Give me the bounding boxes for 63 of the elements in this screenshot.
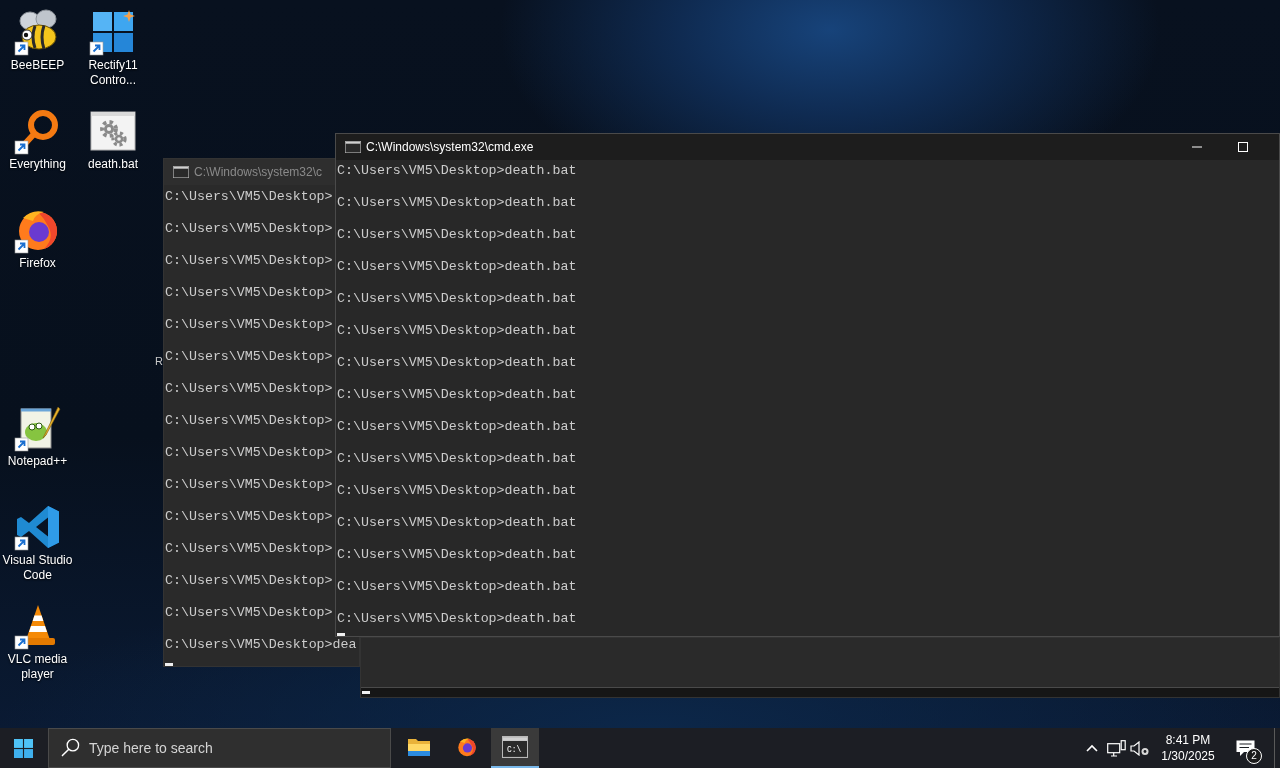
terminal-line: C:\Users\VM5\Desktop> xyxy=(165,318,333,332)
window-title: C:\Windows\system32\cmd.exe xyxy=(366,140,534,154)
terminal-line: C:\Users\VM5\Desktop>death.bat xyxy=(337,164,577,178)
terminal-icon[interactable]: C:\ xyxy=(502,736,528,758)
maximize-icon xyxy=(1238,142,1248,152)
notification-button[interactable]: 2 xyxy=(1225,728,1265,768)
shortcut-label[interactable]: death.bat xyxy=(87,157,138,172)
shortcut-label[interactable]: Visual Studio Code xyxy=(0,553,75,583)
terminal-line: C:\Users\VM5\Desktop>dea xyxy=(165,638,357,652)
terminal-line: C:\Users\VM5\Desktop>death.bat xyxy=(337,228,577,242)
text-cursor xyxy=(337,633,345,636)
clock-time[interactable]: 8:41 PM xyxy=(1165,732,1211,748)
terminal-line: C:\Users\VM5\Desktop>death.bat xyxy=(337,356,577,370)
search-icon xyxy=(61,738,80,757)
terminal-line: C:\Users\VM5\Desktop> xyxy=(165,222,333,236)
terminal-line: C:\Users\VM5\Desktop> xyxy=(165,190,333,204)
folder-icon xyxy=(406,736,432,758)
terminal-line: C:\Users\VM5\Desktop> xyxy=(165,254,333,268)
notepad-icon[interactable] xyxy=(13,404,62,452)
chevron-up-icon[interactable] xyxy=(1086,744,1098,752)
vscode-icon[interactable] xyxy=(13,503,62,551)
terminal-icon xyxy=(345,141,361,153)
shortcut-label[interactable]: Firefox xyxy=(19,256,56,271)
terminal-line: C:\Users\VM5\Desktop> xyxy=(165,542,333,556)
terminal-line: C:\Users\VM5\Desktop> xyxy=(165,478,333,492)
terminal-line: C:\Users\VM5\Desktop> xyxy=(165,382,333,396)
text-cursor xyxy=(165,663,173,666)
terminal-line: C:\Users\VM5\Desktop>death.bat xyxy=(337,260,577,274)
shortcut-label[interactable]: VLC media player xyxy=(0,652,75,682)
terminal-line: C:\Users\VM5\Desktop>death.bat xyxy=(337,548,577,562)
search-field[interactable]: Type here to search xyxy=(48,728,391,768)
window-title: C:\Windows\system32\c xyxy=(194,165,323,179)
terminal-line: C:\Users\VM5\Desktop> xyxy=(165,606,333,620)
terminal-line: C:\Users\VM5\Desktop>death.bat xyxy=(337,516,577,530)
terminal-line: C:\Users\VM5\Desktop> xyxy=(165,574,333,588)
terminal-line: C:\Users\VM5\Desktop>death.bat xyxy=(337,292,577,306)
terminal-line: C:\Users\VM5\Desktop>death.bat xyxy=(337,196,577,210)
shortcut-label[interactable]: Everything xyxy=(9,157,66,172)
terminal-line: C:\Users\VM5\Desktop>death.bat xyxy=(337,420,577,434)
speaker-icon[interactable] xyxy=(1129,740,1149,756)
text-fragment: R xyxy=(155,355,163,368)
terminal-line: C:\Users\VM5\Desktop>death.bat xyxy=(337,580,577,594)
terminal-line: C:\Users\VM5\Desktop>death.bat xyxy=(337,612,577,626)
terminal-line: C:\Users\VM5\Desktop>death.bat xyxy=(337,484,577,498)
terminal-line: C:\Users\VM5\Desktop> xyxy=(165,510,333,524)
terminal-line: C:\Users\VM5\Desktop> xyxy=(165,414,333,428)
text-cursor xyxy=(362,691,370,694)
shortcut-label[interactable]: BeeBEEP xyxy=(10,58,65,73)
shortcut-label[interactable]: Rectify11 Contro... xyxy=(76,58,150,88)
terminal-line: C:\Users\VM5\Desktop>death.bat xyxy=(337,324,577,338)
clock-date[interactable]: 1/30/2025 xyxy=(1161,748,1215,764)
terminal-line: C:\Users\VM5\Desktop>death.bat xyxy=(337,452,577,466)
notification-count: 2 xyxy=(1246,748,1262,764)
terminal-line: C:\Users\VM5\Desktop> xyxy=(165,286,333,300)
terminal-line: C:\Users\VM5\Desktop> xyxy=(165,350,333,364)
shortcut-label[interactable]: Notepad++ xyxy=(7,454,68,469)
windows-logo-icon xyxy=(13,738,33,758)
network-icon[interactable] xyxy=(1106,739,1126,757)
windows-logo-icon[interactable] xyxy=(89,8,137,56)
terminal-line: C:\Users\VM5\Desktop> xyxy=(165,446,333,460)
terminal-line: C:\Users\VM5\Desktop>death.bat xyxy=(337,388,577,402)
taskbar-button[interactable]: C:\ xyxy=(491,728,539,768)
terminal-icon xyxy=(173,166,189,178)
